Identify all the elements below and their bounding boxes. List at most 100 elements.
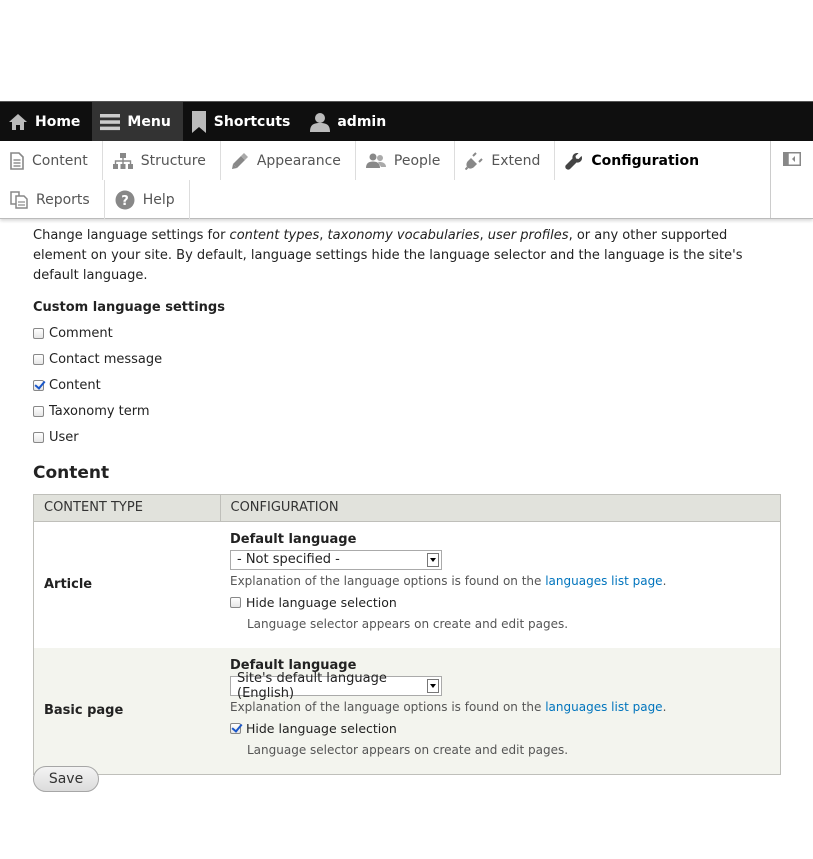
languages-list-link[interactable]: languages list page: [545, 574, 662, 588]
option-taxonomy-term-label: Taxonomy term: [49, 403, 150, 419]
main-content: Change language settings for content typ…: [33, 226, 781, 775]
intro-emphasis: content types: [229, 228, 320, 243]
option-comment: Comment: [33, 321, 781, 347]
hide-language-label: Hide language selection: [246, 594, 397, 610]
tray-item-help[interactable]: ? Help: [105, 180, 190, 219]
chevron-down-icon: [427, 678, 439, 693]
help-icon: ?: [115, 190, 135, 209]
default-language-label: Default language: [230, 531, 357, 547]
column-header-configuration: CONFIGURATION: [219, 494, 781, 522]
hide-language-option: Hide language selection: [230, 721, 770, 736]
tray-item-people[interactable]: People: [356, 141, 456, 180]
tray-item-appearance-label: Appearance: [256, 152, 341, 169]
configuration-cell: Default language - Not specified - Expla…: [220, 521, 781, 648]
content-section-heading: Content: [33, 462, 110, 483]
toolbar-menu[interactable]: Menu: [92, 102, 183, 141]
intro-separator: ,: [479, 228, 488, 243]
option-user: User: [33, 424, 781, 450]
explanation-text: Explanation of the language options is f…: [230, 573, 546, 588]
default-language-select[interactable]: - Not specified -: [230, 549, 442, 570]
document-icon: [10, 151, 24, 170]
toolbar-admin-label: admin: [337, 113, 387, 130]
tray-item-configuration-label: Configuration: [591, 152, 700, 169]
explanation-suffix: .: [662, 699, 667, 714]
reports-icon: [10, 190, 28, 209]
hide-language-label: Hide language selection: [246, 720, 397, 736]
tray-item-reports[interactable]: Reports: [0, 180, 105, 219]
toolbar-shortcuts-label: Shortcuts: [213, 113, 291, 130]
hide-language-description: Language selector appears on create and …: [247, 742, 569, 757]
option-taxonomy-term: Taxonomy term: [33, 398, 781, 424]
tray-item-appearance[interactable]: Appearance: [221, 141, 356, 180]
option-comment-label: Comment: [49, 326, 113, 342]
intro-part: Change language settings for: [33, 228, 230, 243]
hide-language-description: Language selector appears on create and …: [247, 616, 569, 631]
tray-item-structure[interactable]: Structure: [103, 141, 221, 180]
plug-icon: [465, 151, 484, 170]
tray-item-extend[interactable]: Extend: [455, 141, 556, 180]
intro-emphasis: taxonomy vocabularies: [327, 228, 480, 243]
wrench-icon: [565, 152, 583, 170]
option-content-checkbox[interactable]: [33, 379, 44, 391]
explanation-text: Explanation of the language options is f…: [230, 699, 546, 714]
table-row-basic-page: Basic page Default language Site's defau…: [33, 647, 781, 775]
svg-text:?: ?: [121, 194, 129, 209]
toolbar-tray: Content Structure Appearance People Exte…: [0, 141, 813, 219]
tray-item-people-label: People: [393, 152, 441, 169]
languages-list-link[interactable]: languages list page: [545, 700, 662, 714]
tray-orientation-toggle[interactable]: [770, 141, 813, 218]
sitemap-icon: [112, 152, 133, 169]
toolbar-menu-label: Menu: [127, 113, 171, 130]
column-header-content-type: CONTENT TYPE: [33, 494, 220, 522]
hide-language-checkbox[interactable]: [230, 596, 241, 608]
explanation-suffix: .: [662, 573, 667, 588]
tray-item-configuration[interactable]: Configuration: [555, 141, 713, 180]
option-contact-message: Contact message: [33, 347, 781, 373]
language-explanation: Explanation of the language options is f…: [230, 700, 770, 714]
toolbar-admin[interactable]: admin: [302, 102, 398, 141]
content-type-name: Basic page: [33, 647, 220, 775]
people-icon: [365, 153, 386, 168]
content-type-table: CONTENT TYPE CONFIGURATION Article Defau…: [33, 493, 781, 775]
option-user-checkbox[interactable]: [33, 431, 44, 443]
option-contact-message-label: Contact message: [49, 352, 163, 368]
hide-language-checkbox[interactable]: [230, 722, 241, 734]
tray-item-content[interactable]: Content: [0, 141, 103, 180]
paintbrush-icon: [231, 152, 248, 169]
tray-item-content-label: Content: [32, 152, 88, 169]
table-row-article: Article Default language - Not specified…: [33, 521, 781, 648]
content-type-name: Article: [33, 521, 220, 648]
language-explanation: Explanation of the language options is f…: [230, 574, 770, 588]
custom-settings-label: Custom language settings: [33, 300, 225, 315]
hide-language-option: Hide language selection: [230, 595, 770, 610]
option-contact-message-checkbox[interactable]: [33, 354, 44, 366]
tray-row-2: Reports ? Help: [0, 180, 190, 219]
table-header-row: CONTENT TYPE CONFIGURATION: [33, 494, 781, 522]
tray-item-extend-label: Extend: [491, 152, 541, 169]
tray-item-structure-label: Structure: [140, 152, 206, 169]
option-comment-checkbox[interactable]: [33, 328, 44, 340]
save-button[interactable]: Save: [33, 766, 99, 792]
sidebar-toggle-icon: [783, 152, 801, 166]
default-language-value: Site's default language (English): [237, 670, 387, 701]
default-language-select[interactable]: Site's default language (English): [230, 671, 442, 701]
tray-row-1: Content Structure Appearance People Exte…: [0, 141, 713, 180]
option-user-label: User: [49, 429, 79, 445]
configuration-cell: Default language Site's default language…: [220, 647, 781, 775]
toolbar-home[interactable]: Home: [0, 102, 92, 141]
toolbar-home-label: Home: [35, 113, 81, 130]
chevron-down-icon: [427, 552, 439, 567]
default-language-value: - Not specified -: [237, 552, 340, 568]
menu-icon: [100, 113, 121, 130]
bookmark-icon: [191, 110, 206, 133]
option-content: Content: [33, 373, 781, 399]
intro-separator: ,: [319, 228, 328, 243]
user-icon: [310, 112, 331, 132]
home-icon: [9, 113, 27, 130]
toolbar-shortcuts[interactable]: Shortcuts: [183, 102, 303, 141]
intro-emphasis: user profiles: [487, 228, 569, 243]
intro-text: Change language settings for content typ…: [33, 226, 781, 286]
tray-item-reports-label: Reports: [36, 191, 90, 208]
option-taxonomy-term-checkbox[interactable]: [33, 405, 44, 417]
tray-item-help-label: Help: [142, 191, 175, 208]
